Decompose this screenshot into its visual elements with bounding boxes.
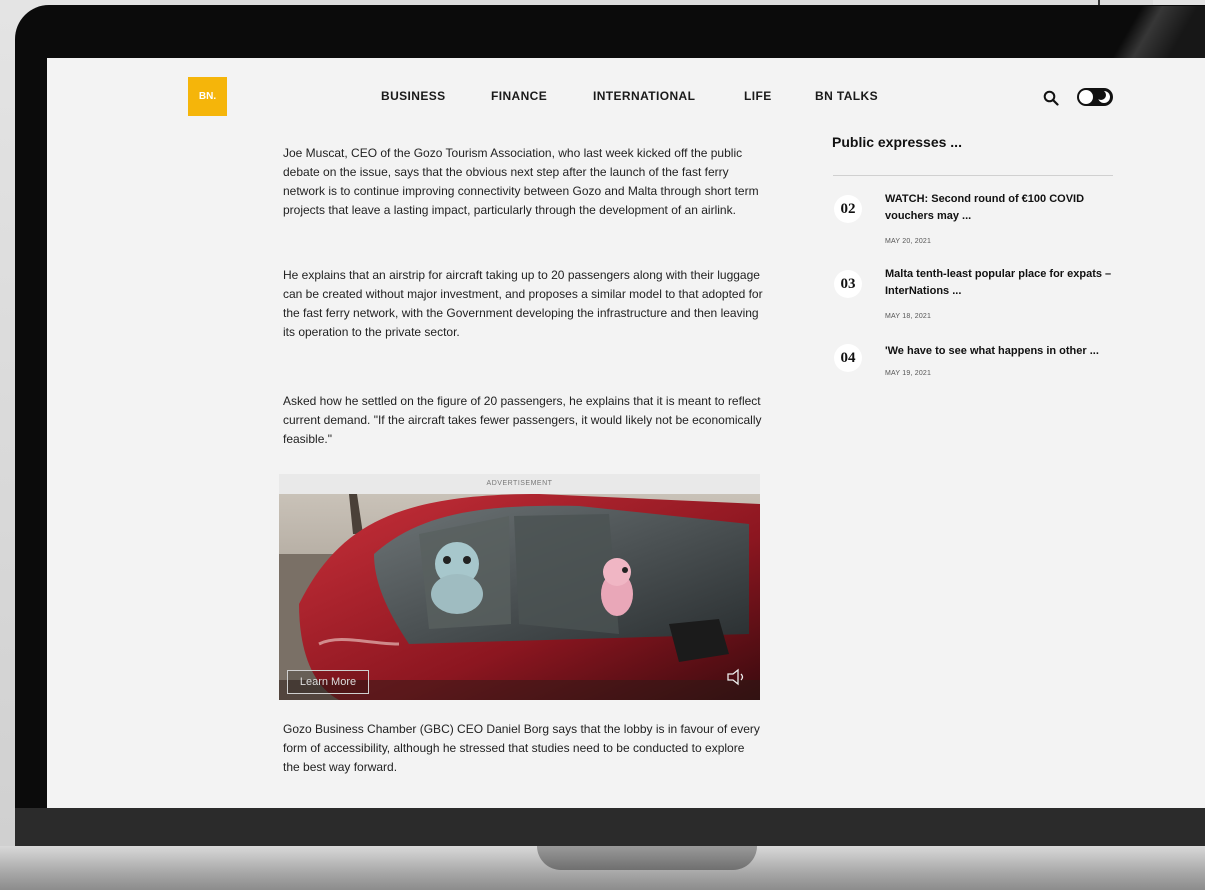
toggle-knob [1079,90,1093,104]
advertisement-label: ADVERTISEMENT [279,474,760,494]
dark-mode-toggle[interactable] [1077,88,1113,106]
nav-life[interactable]: LIFE [744,89,772,103]
site-logo[interactable]: BN. [188,77,227,116]
laptop-screen: BN. BUSINESS FINANCE INTERNATIONAL LIFE … [47,58,1205,808]
bezel-reflection [1100,6,1205,58]
speaker-icon[interactable] [725,666,747,688]
article-paragraph: He explains that an airstrip for aircraf… [283,268,763,339]
rank-number: 03 [834,270,862,298]
sidebar-article-date: MAY 18, 2021 [885,313,932,320]
search-icon[interactable] [1043,90,1059,106]
sidebar-article-link[interactable]: Malta tenth-least popular place for expa… [885,266,1117,300]
nav-finance[interactable]: FINANCE [491,89,547,103]
sidebar-divider [833,175,1113,176]
sidebar-title[interactable]: Public expresses ... [832,134,962,150]
article-paragraph: Gozo Business Chamber (GBC) CEO Daniel B… [283,722,760,774]
nav-business[interactable]: BUSINESS [381,89,446,103]
moon-icon [1096,90,1110,103]
sidebar-article-date: MAY 20, 2021 [885,238,932,245]
nav-international[interactable]: INTERNATIONAL [593,89,695,103]
sidebar-article-link[interactable]: 'We have to see what happens in other ..… [885,343,1117,360]
rank-number: 02 [834,195,862,223]
rank-number: 04 [834,344,862,372]
logo-text: BN. [198,91,217,102]
laptop-hinge-notch [537,846,757,870]
sidebar-article-link[interactable]: WATCH: Second round of €100 COVID vouche… [885,191,1117,225]
sidebar-article-date: MAY 19, 2021 [885,370,932,377]
article-paragraph: Joe Muscat, CEO of the Gozo Tourism Asso… [283,146,759,217]
learn-more-button[interactable]: Learn More [287,670,369,694]
nav-bn-talks[interactable]: BN TALKS [815,89,878,103]
advertisement[interactable]: ADVERTISEMENT Learn More [279,474,760,700]
article-paragraph: Asked how he settled on the figure of 20… [283,394,762,446]
